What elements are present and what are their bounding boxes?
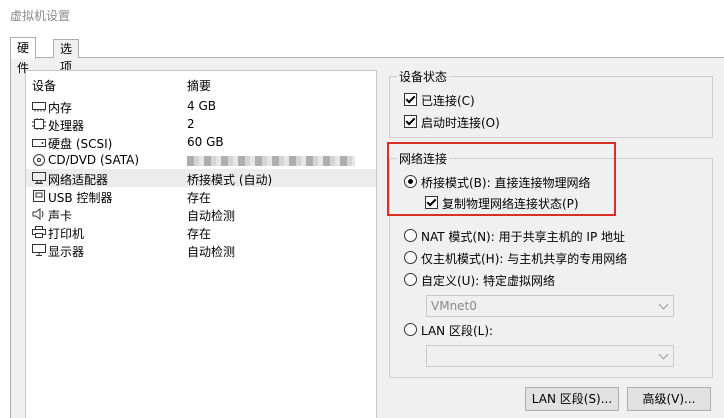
device-row-memory[interactable]: 内存 4 GB (26, 97, 376, 115)
connect-on-power-label[interactable]: 启动时连接(O) (421, 114, 500, 131)
speaker-icon (32, 208, 44, 220)
device-row-cd-dvd[interactable]: CD/DVD (SATA) (26, 151, 376, 169)
connected-label[interactable]: 已连接(C) (421, 92, 475, 109)
chevron-down-icon (658, 349, 669, 360)
network-adapter-icon (32, 172, 46, 184)
tab-hardware-label: 硬件 (17, 41, 30, 75)
custom-radio[interactable] (404, 273, 417, 286)
connected-checkbox[interactable] (404, 93, 417, 106)
hard-disk-icon (32, 139, 46, 147)
device-row-processor[interactable]: 处理器 2 (26, 115, 376, 133)
device-name: 内存 (48, 101, 73, 115)
device-row-sound-card[interactable]: 声卡 自动检测 (26, 205, 376, 223)
custom-label[interactable]: 自定义(U): 特定虚拟网络 (421, 272, 555, 289)
host-only-radio[interactable] (404, 251, 417, 264)
device-name: USB 控制器 (48, 191, 113, 205)
advanced-button[interactable]: 高级(V)... (627, 387, 711, 411)
device-status-title: 设备状态 (397, 68, 450, 85)
nat-radio[interactable] (404, 229, 417, 242)
device-list[interactable]: 设备 摘要 内存 4 GB 处理器 2 硬盘 (SCSI) 60 GB CD/D… (25, 70, 377, 418)
device-summary: 存在 (187, 191, 212, 205)
custom-network-value: VMnet0 (431, 299, 477, 313)
device-name: 声卡 (48, 209, 73, 223)
device-summary: 4 GB (187, 99, 216, 113)
device-name: CD/DVD (SATA) (48, 153, 140, 167)
device-name: 显示器 (48, 245, 85, 259)
device-row-hard-disk[interactable]: 硬盘 (SCSI) 60 GB (26, 133, 376, 151)
device-summary: 60 GB (187, 135, 224, 149)
cpu-icon (32, 118, 46, 130)
lan-segments-button[interactable]: LAN 区段(S)... (525, 387, 619, 411)
device-name: 处理器 (48, 119, 85, 133)
tab-options[interactable]: 选项 (53, 39, 80, 74)
column-header-device[interactable]: 设备 (32, 77, 56, 93)
connect-on-power-checkbox[interactable] (404, 115, 417, 128)
device-row-usb-controller[interactable]: USB 控制器 存在 (26, 187, 376, 205)
monitor-icon (32, 244, 46, 256)
device-summary: 存在 (187, 227, 212, 241)
device-summary: 自动检测 (187, 245, 236, 259)
lan-segment-radio[interactable] (404, 323, 417, 336)
lan-segment-select[interactable] (426, 345, 674, 367)
device-row-network-adapter[interactable]: 网络适配器 桥接模式 (自动) (26, 169, 376, 187)
cd-dvd-icon (33, 154, 45, 166)
host-only-label[interactable]: 仅主机模式(H): 与主机共享的专用网络 (421, 250, 627, 267)
title-bar: 虚拟机设置 (0, 0, 724, 30)
device-summary: 桥接模式 (自动) (187, 173, 273, 187)
usb-icon (33, 190, 45, 202)
device-row-display[interactable]: 显示器 自动检测 (26, 241, 376, 259)
device-name: 网络适配器 (48, 173, 109, 187)
column-header-summary[interactable]: 摘要 (187, 77, 211, 93)
device-row-printer[interactable]: 打印机 存在 (26, 223, 376, 241)
device-name: 打印机 (48, 227, 85, 241)
nat-label[interactable]: NAT 模式(N): 用于共享主机的 IP 地址 (421, 228, 625, 245)
printer-icon (32, 226, 46, 238)
device-summary: 2 (187, 117, 195, 131)
memory-icon (32, 102, 46, 112)
chevron-down-icon (658, 299, 669, 310)
device-summary-redacted (187, 153, 355, 167)
highlight-box (387, 142, 616, 216)
custom-network-select[interactable]: VMnet0 (426, 295, 674, 317)
window-title: 虚拟机设置 (10, 9, 71, 23)
lan-segment-label[interactable]: LAN 区段(L): (421, 322, 493, 339)
device-name: 硬盘 (SCSI) (48, 137, 113, 151)
tab-hardware[interactable]: 硬件 (10, 37, 37, 75)
device-summary: 自动检测 (187, 209, 236, 223)
